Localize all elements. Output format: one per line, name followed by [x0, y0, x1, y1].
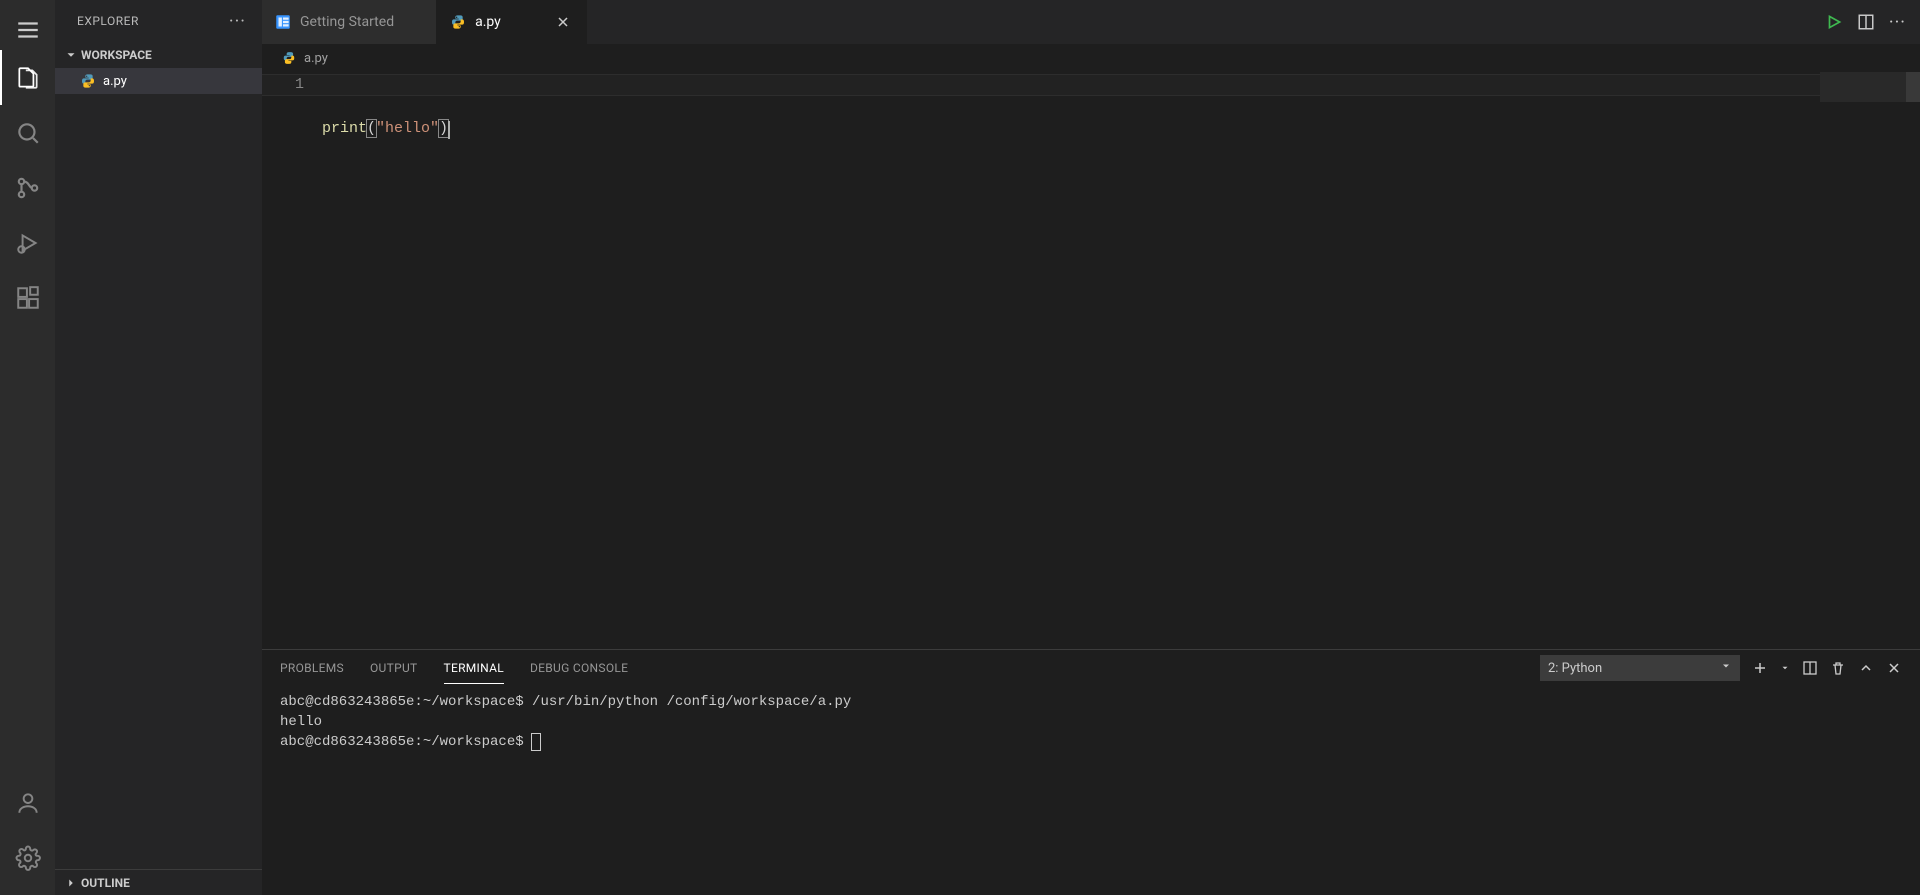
terminal-prompt: abc@cd863243865e:~/workspace$	[280, 694, 532, 710]
bottom-panel: PROBLEMS OUTPUT TERMINAL DEBUG CONSOLE 2…	[262, 649, 1920, 895]
run-debug-icon[interactable]	[0, 215, 55, 270]
editor-cursor	[448, 121, 450, 139]
tab-label: Getting Started	[300, 14, 394, 30]
minimap-slider[interactable]	[1820, 72, 1920, 102]
panel-tab-terminal[interactable]: TERMINAL	[444, 653, 504, 684]
terminal-prompt: abc@cd863243865e:~/workspace$	[280, 734, 532, 750]
breadcrumbs[interactable]: a.py	[262, 44, 1920, 72]
python-file-icon	[282, 50, 298, 66]
scrollbar-thumb[interactable]	[1906, 72, 1920, 102]
chevron-down-icon	[1720, 660, 1732, 676]
line-gutter: 1	[262, 72, 322, 649]
terminal-selector[interactable]: 2: Python	[1540, 655, 1740, 681]
panel-tab-problems[interactable]: PROBLEMS	[280, 653, 344, 683]
split-terminal-dropdown-icon[interactable]	[1780, 663, 1790, 673]
terminal-cursor	[532, 734, 540, 750]
editor-actions: ···	[1825, 0, 1920, 44]
terminal-line: hello	[280, 714, 322, 730]
tab-a-py[interactable]: a.py	[437, 0, 587, 44]
chevron-down-icon	[63, 47, 79, 63]
editor-more-icon[interactable]: ···	[1889, 12, 1906, 33]
panel-actions: 2: Python	[1540, 655, 1902, 681]
breadcrumb-file: a.py	[304, 51, 328, 66]
panel-tab-debug-console[interactable]: DEBUG CONSOLE	[530, 653, 628, 683]
workspace-section[interactable]: WORKSPACE	[55, 42, 262, 68]
python-file-icon	[79, 72, 97, 90]
code-line: print("hello")	[322, 118, 1820, 140]
outline-label: OUTLINE	[81, 876, 130, 890]
search-icon[interactable]	[0, 105, 55, 160]
file-item[interactable]: a.py	[55, 68, 262, 94]
sidebar-title: EXPLORER	[77, 14, 139, 28]
token-string: "hello"	[376, 120, 439, 137]
sidebar-more-icon[interactable]: ···	[229, 11, 246, 32]
tab-label: a.py	[475, 14, 501, 30]
close-panel-icon[interactable]	[1886, 660, 1902, 676]
split-editor-icon[interactable]	[1857, 13, 1875, 31]
menu-icon[interactable]	[0, 10, 55, 50]
python-file-icon	[449, 13, 467, 31]
source-control-icon[interactable]	[0, 160, 55, 215]
panel-tab-output[interactable]: OUTPUT	[370, 653, 418, 683]
terminal-selector-label: 2: Python	[1548, 661, 1602, 676]
sidebar-header: EXPLORER ···	[55, 0, 262, 42]
terminal-output[interactable]: abc@cd863243865e:~/workspace$ /usr/bin/p…	[262, 686, 1920, 895]
getting-started-icon	[274, 13, 292, 31]
run-icon[interactable]	[1825, 13, 1843, 31]
tab-bar: Getting Started a.py ···	[262, 0, 1920, 44]
new-terminal-icon[interactable]	[1752, 660, 1768, 676]
main-area: Getting Started a.py ···	[262, 0, 1920, 895]
chevron-right-icon	[63, 875, 79, 891]
panel-tabs: PROBLEMS OUTPUT TERMINAL DEBUG CONSOLE 2…	[262, 650, 1920, 686]
code-editor[interactable]: 1 print("hello")	[262, 72, 1920, 649]
token-function: print	[322, 120, 367, 137]
workspace-label: WORKSPACE	[81, 48, 152, 62]
terminal-command: /usr/bin/python /config/workspace/a.py	[532, 694, 851, 710]
activity-bar	[0, 0, 55, 895]
split-terminal-icon[interactable]	[1802, 660, 1818, 676]
extensions-icon[interactable]	[0, 270, 55, 325]
tab-getting-started[interactable]: Getting Started	[262, 0, 437, 44]
explorer-sidebar: EXPLORER ··· WORKSPACE a.py OUTLINE	[55, 0, 262, 895]
code-content[interactable]: print("hello")	[322, 72, 1820, 649]
explorer-icon[interactable]	[0, 50, 55, 105]
settings-gear-icon[interactable]	[0, 830, 55, 885]
close-icon[interactable]	[552, 11, 574, 33]
minimap[interactable]	[1820, 72, 1920, 649]
outline-section[interactable]: OUTLINE	[55, 869, 262, 895]
kill-terminal-icon[interactable]	[1830, 660, 1846, 676]
accounts-icon[interactable]	[0, 775, 55, 830]
file-name: a.py	[103, 74, 127, 89]
maximize-panel-icon[interactable]	[1858, 660, 1874, 676]
